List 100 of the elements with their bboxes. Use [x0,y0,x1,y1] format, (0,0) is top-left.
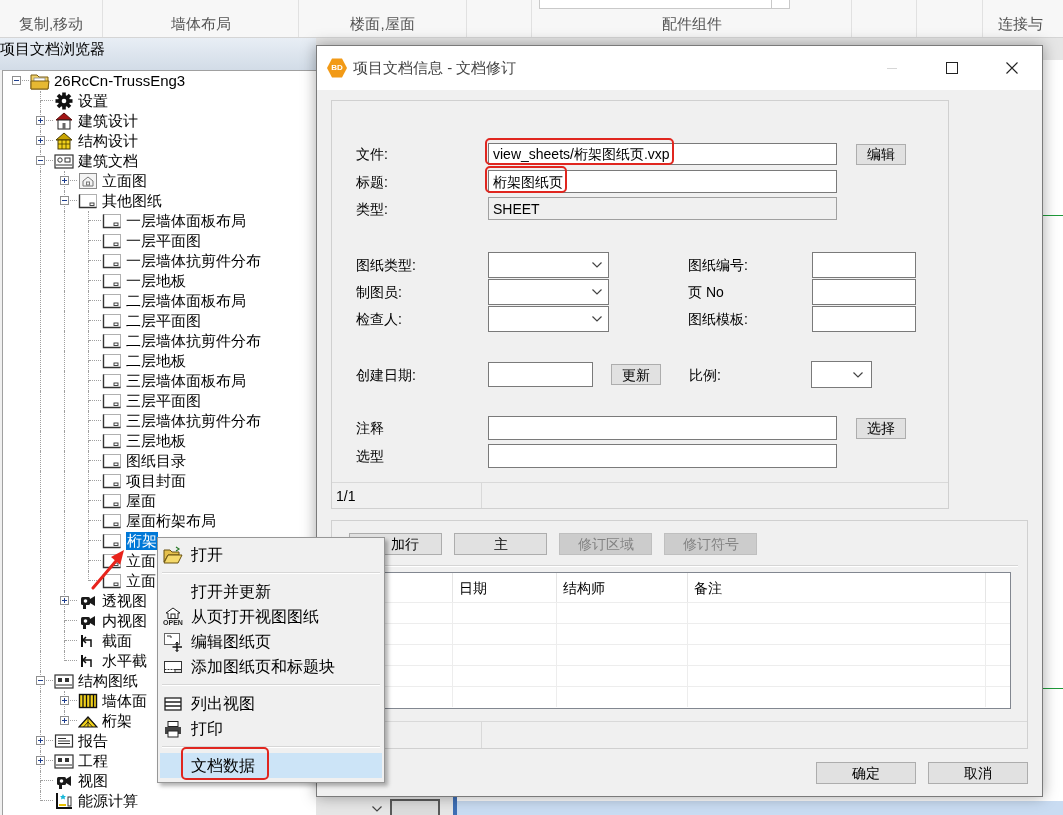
sheet-icon [102,372,122,390]
plus-box-icon[interactable] [60,716,69,725]
minus-box-icon[interactable] [36,156,45,165]
tree-item[interactable]: 二层墙体抗剪件分布 [126,332,261,350]
tree-item[interactable]: 其他图纸 [102,192,162,210]
list-icon [163,694,183,713]
chevron-down-icon [592,262,602,268]
combo-box[interactable] [488,252,609,278]
tree-item[interactable]: 桁架 [126,532,158,550]
sheet-icon [102,292,122,310]
sheet-icon [102,492,122,510]
dialog-button[interactable]: 选择 [856,417,906,439]
plus-box-icon[interactable] [60,696,69,705]
column-header[interactable]: 结构师 [563,578,605,597]
tree-item[interactable]: 透视图 [102,592,147,610]
tree-item[interactable]: 屋面桁架布局 [126,512,216,530]
minus-box-icon[interactable] [36,676,45,685]
tree-item[interactable]: 二层平面图 [126,312,201,330]
readonly-field: SHEET [488,197,837,220]
window-title: 项目文档信息 - 文档修订 [353,58,517,78]
tree-item[interactable]: 二层地板 [126,352,186,370]
menu-item[interactable]: 打印 [160,716,382,741]
tree-item[interactable]: 26RcCn-TrussEng3 [54,72,186,90]
combo-box[interactable] [488,279,609,305]
tree-item[interactable]: 水平截 [102,652,147,670]
sheet-icon [102,512,122,530]
field-label: 页 No [688,283,725,301]
tree-item[interactable]: 一层平面图 [126,232,201,250]
tree-item[interactable]: 桁架 [102,712,132,730]
tree-item[interactable]: 结构设计 [78,132,138,150]
folder-open-icon [163,545,183,564]
minus-box-icon[interactable] [60,196,69,205]
menu-item[interactable]: 编辑图纸页 [160,629,382,654]
column-header[interactable]: 日期 [459,578,487,597]
text-field[interactable] [488,444,837,468]
tree-item[interactable]: 视图 [78,772,108,790]
building-icon [54,132,74,150]
plus-box-icon[interactable] [36,736,45,745]
minus-box-icon[interactable] [12,76,21,85]
page-count: 1/1 [336,486,356,505]
field-label: 选型 [356,447,385,465]
wall-panel-icon [78,692,98,710]
tree-item[interactable]: 三层地板 [126,432,186,450]
text-field[interactable] [812,306,916,332]
text-field[interactable] [488,416,837,440]
column-header[interactable]: 备注 [694,578,722,597]
plus-box-icon[interactable] [60,176,69,185]
field-label: 检查人: [356,310,403,328]
dialog-button[interactable]: 取消 [928,762,1028,784]
tree-item[interactable]: 立面 [126,572,156,590]
tree-item[interactable]: 二层墙体面板布局 [126,292,246,310]
text-field[interactable] [812,252,916,278]
combo-box[interactable] [488,306,609,332]
dialog-button[interactable]: 更新 [611,364,661,385]
printer-icon [163,719,183,738]
sheet-move-icon [163,631,183,652]
tree-item[interactable]: 设置 [78,92,108,110]
dropdown-field[interactable] [539,0,790,9]
text-field[interactable] [812,279,916,305]
menu-item[interactable]: 添加图纸页和标题块 [160,654,382,679]
sheet-icon [102,412,122,430]
toolbar-button[interactable]: 主 [454,533,547,555]
meter-icon [54,792,74,810]
tree-item[interactable]: 结构图纸 [78,672,138,690]
tree-item[interactable]: 一层墙体面板布局 [126,212,246,230]
tree-item[interactable]: 三层平面图 [126,392,201,410]
tree-item[interactable]: 三层墙体面板布局 [126,372,246,390]
board-icon [54,672,74,690]
tree-item[interactable]: 一层墙体抗剪件分布 [126,252,261,270]
plus-box-icon[interactable] [60,596,69,605]
dialog-button[interactable]: 确定 [816,762,916,784]
plus-box-icon[interactable] [36,116,45,125]
combo-box[interactable] [811,361,872,388]
plus-box-icon[interactable] [36,136,45,145]
menu-item[interactable]: 列出视图 [160,691,382,716]
tree-item[interactable]: 项目封面 [126,472,186,490]
tree-item[interactable]: 截面 [102,632,132,650]
plus-box-icon[interactable] [36,756,45,765]
tree-item[interactable]: 立面图 [102,172,147,190]
tree-item[interactable]: 工程 [78,752,108,770]
ribbon-group-label: 复制,移动 [18,15,84,33]
gear-icon [54,92,74,110]
ribbon-group-label: 墙体布局 [170,15,231,33]
menu-item[interactable]: 打开并更新 [160,579,382,604]
tree-item[interactable]: 立面 [126,552,156,570]
tree-item[interactable]: 能源计算 [78,792,138,810]
dialog-button[interactable]: 编辑 [856,143,906,165]
tree-item[interactable]: 墙体面 [102,692,147,710]
tree-item[interactable]: 内视图 [102,612,147,630]
house-icon [54,112,74,130]
tree-item[interactable]: 建筑设计 [78,112,138,130]
tree-item[interactable]: 建筑文档 [78,152,138,170]
tree-item[interactable]: 屋面 [126,492,156,510]
tree-item[interactable]: 一层地板 [126,272,186,290]
tree-item[interactable]: 三层墙体抗剪件分布 [126,412,261,430]
panel-title: 项目文档浏览器 [0,39,106,59]
tree-item[interactable]: 图纸目录 [126,452,186,470]
date-field[interactable] [488,362,593,387]
tree-item[interactable]: 报告 [78,732,108,750]
maximize-icon [946,62,958,74]
